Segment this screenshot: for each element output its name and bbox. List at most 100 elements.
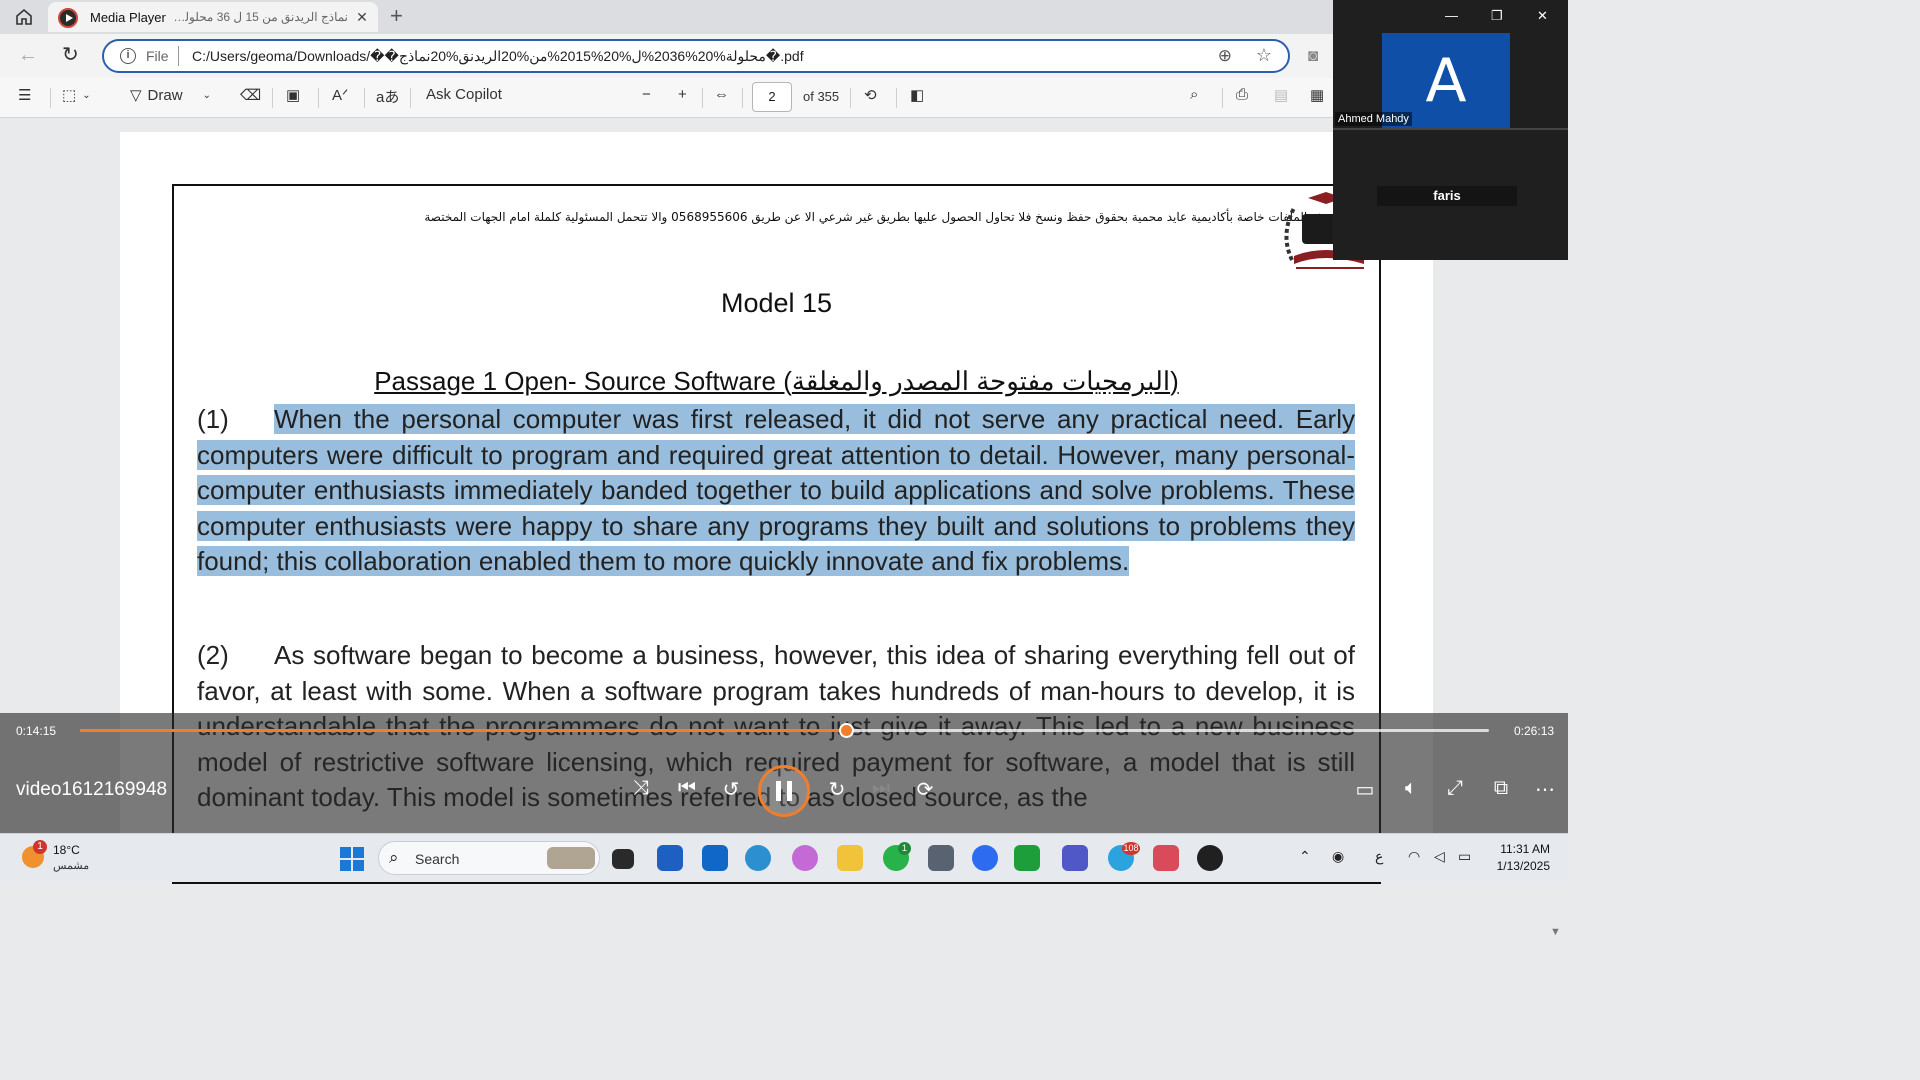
copyright-notice: هذه الملفات خاصة بأكاديمية عايد محمية بح… [424,210,1330,224]
zoom-icon[interactable] [972,845,998,871]
video-title: video1612169948 [16,779,168,800]
teams-icon[interactable] [1062,845,1088,871]
read-aloud-icon[interactable]: Aᐟ [332,86,348,104]
page-number-input[interactable]: 2 [752,82,792,112]
save-as-icon[interactable]: ▦ [1310,86,1324,104]
wifi-icon[interactable]: ◠ [1408,848,1420,865]
close-icon[interactable]: ✕ [1537,8,1548,24]
media-player-taskbar-icon[interactable] [1197,845,1223,871]
zoom-in-icon[interactable]: + [678,86,687,103]
weather-condition[interactable]: مشمس [53,859,89,872]
windows-logo-icon [353,860,364,871]
browser-tab[interactable]: Media Player نماذج الريدنق من 15 ل 36 مح… [48,2,378,32]
battery-icon[interactable]: ▭ [1458,848,1471,865]
speaker-icon[interactable]: ◁ [1434,848,1445,865]
camera-icon[interactable]: ◙ [1308,46,1318,66]
shuffle-icon[interactable]: ⤨ [626,777,656,800]
paragraph-number: (1) [197,404,229,434]
show-hidden-icons-icon[interactable]: ⌃ [1299,848,1311,865]
address-divider [178,46,179,66]
volume-icon[interactable]: 🔈︎ [1396,777,1426,800]
weather-badge: 1 [33,840,47,854]
windows-logo-icon [353,847,364,858]
fullscreen-icon[interactable]: ⤢ [1440,777,1470,800]
minimize-icon[interactable]: — [1445,8,1458,23]
back-arrow-icon[interactable]: ← [18,44,38,67]
home-button[interactable] [12,6,36,28]
eraser-icon[interactable]: ⌫ [240,86,261,104]
toolbar-divider [272,88,273,108]
contents-icon[interactable]: ☰ [18,86,31,104]
windows-logo-icon [340,860,351,871]
repeat-off-icon[interactable]: ⟳ [910,777,940,802]
zoom-out-icon[interactable]: − [642,86,651,103]
file-explorer-icon[interactable] [837,845,863,871]
text-box-icon[interactable]: ▣ [286,86,300,104]
network-alert-icon[interactable]: ◉ [1332,848,1344,865]
page-view-icon[interactable]: ◧ [910,86,924,104]
zoom-icon[interactable]: ⊕ [1218,46,1232,66]
info-icon[interactable]: i [120,48,136,64]
more-options-icon[interactable]: ⋯ [1530,777,1560,802]
taskbar-search[interactable]: ⌕ Search [378,841,600,875]
outlook-icon[interactable] [702,845,728,871]
save-icon[interactable]: ▤ [1274,86,1288,104]
windows-logo-icon [340,847,351,858]
address-url[interactable]: C:/Users/geoma/Downloads/��محلولة%20%203… [192,48,804,65]
forward-30-icon[interactable]: ↻ [822,777,852,802]
copilot-icon[interactable] [792,845,818,871]
xbox-icon[interactable] [1014,845,1040,871]
fit-page-icon[interactable]: ⇔ [714,86,729,103]
edge-icon[interactable] [745,845,771,871]
print-icon[interactable]: ⎙ [1236,86,1248,103]
chevron-down-icon: ⌄ [202,89,211,101]
paragraph-number: (2) [197,640,229,670]
translate-icon[interactable]: aあ [376,86,399,107]
captions-icon[interactable]: ▭ [1350,777,1380,802]
close-tab-icon[interactable]: ✕ [354,9,370,25]
previous-icon[interactable]: ⏮ [672,777,702,800]
call-divider [1333,128,1568,130]
calculator-icon[interactable] [928,845,954,871]
new-tab-button[interactable]: + [390,5,403,27]
clock-date[interactable]: 1/13/2025 [1490,859,1550,873]
passage-title: Passage 1 Open- Source Software (البرمجي… [374,366,1179,396]
home-icon [16,8,32,25]
address-bar[interactable]: i File C:/Users/geoma/Downloads/��محلولة… [102,39,1290,73]
highlight-icon[interactable]: ⬚ ⌄ [62,86,91,104]
pause-button[interactable] [758,765,810,817]
weather-temperature[interactable]: 18°C [53,843,80,857]
next-icon[interactable]: ⏭ [866,777,896,800]
toolbar-divider [410,88,411,108]
toolbar-divider [896,88,897,108]
media-player-icon [58,8,78,28]
selected-paragraph-text[interactable]: When the personal computer was first rel… [197,404,1355,576]
rotate-icon[interactable]: ⟲ [864,86,877,104]
paragraph-1[interactable]: (1) When the personal computer was first … [197,402,1355,580]
task-view-icon[interactable] [612,849,634,869]
telegram-badge: 108 [1122,842,1140,855]
seek-thumb[interactable] [838,723,854,738]
favorite-star-icon[interactable]: ☆ [1256,45,1272,66]
tab-media-player-label: Media Player [90,10,166,25]
clock-time[interactable]: 11:31 AM [1490,842,1550,856]
language-indicator[interactable]: ع [1375,848,1383,865]
taskbar: 1 18°C مشمس ⌕ Search 1 108 ⌃ ◉ ع ◠ ◁ ▭ 1… [0,833,1568,882]
rewind-10-icon[interactable]: ↺ [716,777,746,802]
reload-icon[interactable]: ↻ [62,42,79,67]
media-player-controls: 0:14:15 0:26:13 video1612169948 ⤨ ⏮ ↺ ↻ … [0,713,1568,833]
draw-button[interactable]: ▽ Draw ⌄ [130,86,211,105]
microsoft-store-icon[interactable] [657,845,683,871]
model-title: Model 15 [720,288,833,318]
scroll-down-arrow-icon[interactable]: ▼ [1550,926,1561,938]
ask-copilot-button[interactable]: Ask Copilot [426,86,502,103]
elapsed-time: 0:14:15 [16,724,57,738]
toolbar-divider [702,88,703,108]
mini-player-icon[interactable]: ⧉ [1486,777,1516,800]
seek-bar[interactable] [80,723,1489,738]
restore-icon[interactable]: ❐ [1491,8,1503,24]
snipping-tool-icon[interactable] [1153,845,1179,871]
search-icon[interactable]: ⌕ [1190,86,1198,103]
start-button[interactable] [340,847,364,871]
video-call-panel: — ❐ ✕ A Ahmed Mahdy faris [1333,0,1568,260]
